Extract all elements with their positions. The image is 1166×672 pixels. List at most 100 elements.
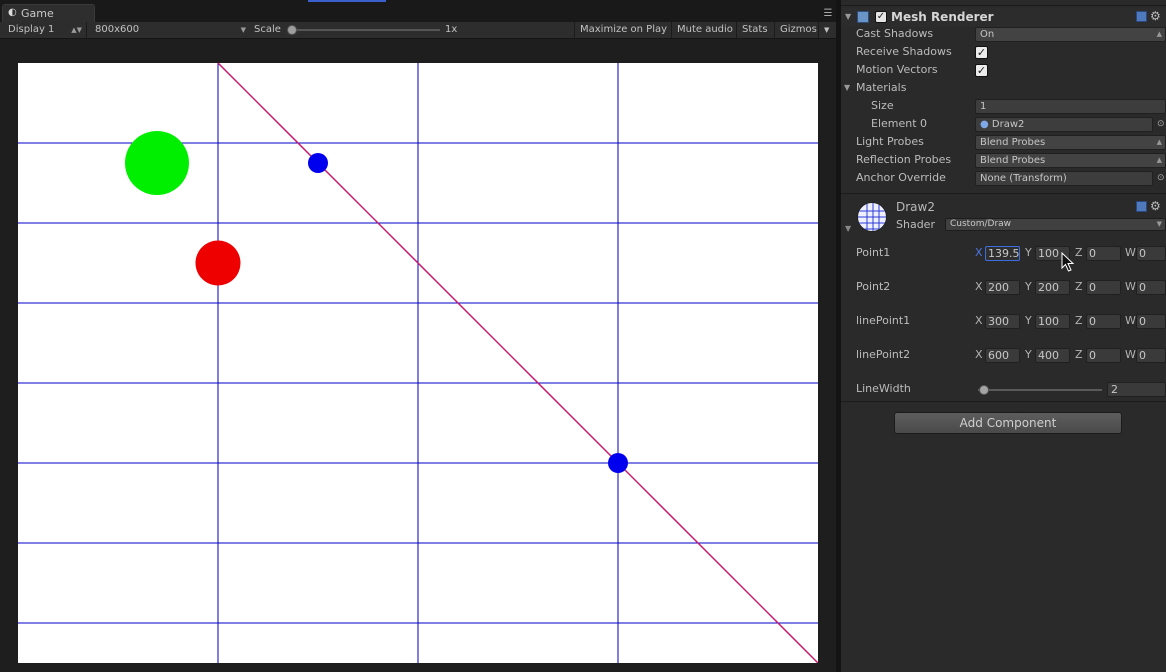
point2-w-value: 0 (1139, 281, 1146, 294)
green-circle (125, 131, 189, 195)
mute-audio-button[interactable]: Mute audio (671, 22, 738, 38)
linepoint1-w-field[interactable]: 0 (1136, 314, 1166, 329)
gear-icon[interactable]: ⚙ (1150, 9, 1161, 23)
maximize-on-play-button[interactable]: Maximize on Play (574, 22, 672, 38)
receive-shadows-label: Receive Shadows (856, 45, 952, 58)
point2-z-value: 0 (1089, 281, 1096, 294)
linepoint2-x-field[interactable]: 600 (985, 348, 1020, 363)
y-axis-label: Y (1025, 314, 1032, 327)
linepoint2-z-field[interactable]: 0 (1086, 348, 1121, 363)
point2-z-field[interactable]: 0 (1086, 280, 1121, 295)
element0-row: Element 0 ● Draw2 ⊙ (841, 115, 1166, 133)
display-dropdown[interactable]: Display 1 ▲▼ (0, 22, 86, 38)
chevron-updown-icon: ▲ (1156, 156, 1162, 164)
scale-label: Scale (254, 24, 281, 35)
element0-object-field[interactable]: ● Draw2 (975, 117, 1153, 132)
x-axis-label: X (975, 280, 983, 293)
resolution-dropdown-label: 800x600 (95, 24, 140, 35)
point1-label: Point1 (856, 246, 891, 259)
scale-slider-handle[interactable] (287, 25, 297, 35)
gizmos-dropdown-icon[interactable]: ▼ (818, 22, 836, 38)
point1-w-value: 0 (1139, 247, 1146, 260)
size-field[interactable]: 1 (975, 99, 1166, 114)
light-probes-value: Blend Probes (980, 137, 1046, 148)
gear-icon[interactable]: ⚙ (1150, 199, 1161, 213)
y-axis-label: Y (1025, 348, 1032, 361)
linewidth-value: 2 (1111, 383, 1118, 396)
mesh-renderer-title: Mesh Renderer (891, 10, 994, 24)
shader-value: Custom/Draw (950, 219, 1012, 229)
gizmos-button[interactable]: Gizmos (774, 22, 824, 38)
x-axis-label: X (975, 314, 983, 327)
drawn-line (217, 63, 818, 663)
mesh-renderer-enabled-checkbox[interactable]: ✓ (875, 11, 887, 23)
linepoint2-label: linePoint2 (856, 348, 911, 361)
point2-y-value: 200 (1038, 281, 1059, 294)
anchor-override-field[interactable]: None (Transform) (975, 171, 1153, 186)
linepoint2-y-field[interactable]: 400 (1035, 348, 1070, 363)
linepoint1-row: linePoint1 X 300 Y 100 Z 0 W 0 (841, 312, 1166, 330)
point1-x-field[interactable]: 139.5 (985, 246, 1020, 261)
linewidth-slider-handle[interactable] (979, 385, 989, 395)
foldout-open-icon[interactable]: ▼ (845, 224, 851, 233)
cast-shadows-dropdown[interactable]: On ▲ (975, 27, 1166, 42)
tab-menu-icon[interactable]: ☰ (822, 9, 834, 19)
help-book-icon[interactable] (1136, 11, 1147, 22)
foldout-open-icon[interactable]: ▼ (844, 79, 850, 97)
divider (841, 193, 1166, 194)
tab-strip: ◐ Game ☰ (0, 0, 836, 22)
light-probes-dropdown[interactable]: Blend Probes ▲ (975, 135, 1166, 150)
tab-game-label: Game (21, 7, 54, 20)
linepoint1-x-field[interactable]: 300 (985, 314, 1020, 329)
receive-shadows-checkbox[interactable]: ✓ (975, 46, 988, 59)
linepoint1-z-field[interactable]: 0 (1086, 314, 1121, 329)
game-view-panel: ◐ Game ☰ Display 1 ▲▼ 800x600 ▼ Scale 1x… (0, 0, 836, 672)
z-axis-label: Z (1075, 314, 1083, 327)
scale-value: 1x (445, 24, 458, 35)
size-value: 1 (980, 101, 987, 112)
linewidth-label: LineWidth (856, 382, 911, 395)
resolution-dropdown[interactable]: 800x600 ▼ (86, 22, 250, 38)
game-toolbar: Display 1 ▲▼ 800x600 ▼ Scale 1x Maximize… (0, 22, 836, 39)
red-circle (195, 240, 241, 286)
divider (841, 401, 1166, 402)
linepoint2-x-value: 600 (988, 349, 1009, 362)
mesh-renderer-icon (857, 11, 869, 23)
cast-shadows-row: Cast Shadows On ▲ (841, 25, 1166, 43)
point2-w-field[interactable]: 0 (1136, 280, 1166, 295)
point2-x-field[interactable]: 200 (985, 280, 1020, 295)
game-viewport[interactable] (18, 63, 818, 663)
foldout-open-icon[interactable]: ▼ (845, 12, 851, 21)
object-picker-icon[interactable]: ⊙ (1157, 115, 1165, 133)
linewidth-slider-track[interactable] (978, 389, 1102, 391)
stats-button[interactable]: Stats (736, 22, 773, 38)
motion-vectors-checkbox[interactable]: ✓ (975, 64, 988, 77)
x-axis-label: X (975, 246, 983, 259)
point1-z-field[interactable]: 0 (1086, 246, 1121, 261)
linepoint2-z-value: 0 (1089, 349, 1096, 362)
linepoint1-w-value: 0 (1139, 315, 1146, 328)
tab-game[interactable]: ◐ Game (2, 4, 95, 22)
materials-row[interactable]: ▼ Materials (841, 79, 1166, 97)
help-book-icon[interactable] (1136, 201, 1147, 212)
point2-x-value: 200 (988, 281, 1009, 294)
scale-slider-track[interactable] (290, 29, 440, 31)
point1-w-field[interactable]: 0 (1136, 246, 1166, 261)
linepoint2-row: linePoint2 X 600 Y 400 Z 0 W 0 (841, 346, 1166, 364)
add-component-button[interactable]: Add Component (894, 412, 1122, 434)
line-point-2-marker (608, 453, 628, 473)
w-axis-label: W (1125, 246, 1136, 259)
scene-canvas (18, 63, 818, 663)
reflection-probes-dropdown[interactable]: Blend Probes ▲ (975, 153, 1166, 168)
x-axis-label: X (975, 348, 983, 361)
linepoint2-w-field[interactable]: 0 (1136, 348, 1166, 363)
linepoint1-y-field[interactable]: 100 (1035, 314, 1070, 329)
shader-dropdown[interactable]: Custom/Draw ▼ (945, 218, 1166, 231)
material-header-icons: ⚙ (1136, 199, 1166, 214)
linepoint1-y-value: 100 (1038, 315, 1059, 328)
motion-vectors-label: Motion Vectors (856, 63, 938, 76)
linewidth-field[interactable]: 2 (1107, 382, 1166, 397)
object-picker-icon[interactable]: ⊙ (1157, 169, 1165, 187)
point2-y-field[interactable]: 200 (1035, 280, 1070, 295)
material-sphere-icon: ● (980, 119, 989, 130)
